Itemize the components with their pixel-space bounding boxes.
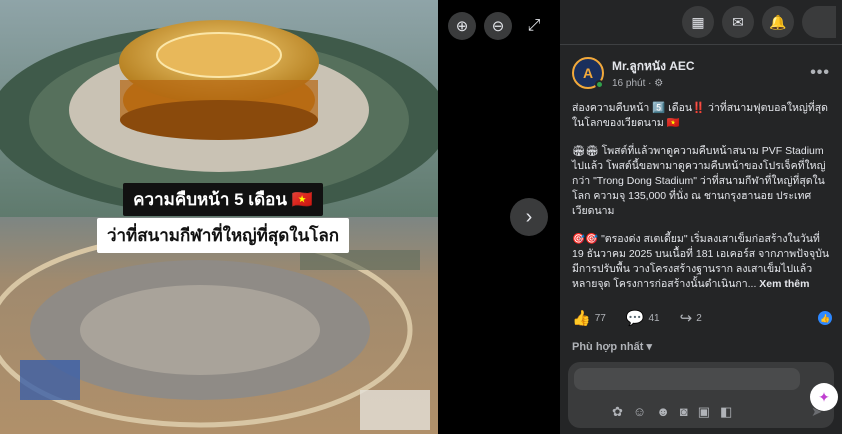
top-nav: ▦ ✉ 🔔 — [560, 0, 842, 44]
sticker-icon[interactable]: ✿ — [612, 404, 623, 420]
assistant-float-icon[interactable]: ✦ — [810, 383, 838, 411]
post-paragraph-1: ส่องความคืบหน้า 5️⃣ เดือน‼️ ว่าที่สนามฟุ… — [572, 102, 828, 129]
author-name[interactable]: Mr.ลูกหนัง AEC — [612, 57, 810, 76]
post-body: ส่องความคืบหน้า 5️⃣ เดือน‼️ ว่าที่สนามฟุ… — [560, 95, 842, 311]
post-paragraph-3: 🎯🎯 "ตรองด่ง สเตเดี้ยม" เริ่มลงเสาเข็มก่อ… — [572, 232, 830, 292]
comment-count: 41 — [648, 312, 660, 324]
author-avatar[interactable]: A — [572, 57, 604, 89]
globe-icon: ⚙ — [654, 78, 664, 89]
more-options-button[interactable]: ••• — [810, 64, 830, 82]
emoji-icon[interactable]: ☻ — [656, 404, 670, 420]
viewer-controls: ⊕ ⊖ ⤢ — [448, 12, 548, 40]
like-badge-icon: 👍 — [818, 311, 832, 325]
comment-composer[interactable]: ✿ ☺ ☻ ◙ ▣ ◧ ➤ — [568, 362, 834, 428]
post-sidebar: ▦ ✉ 🔔 A Mr.ลูกหนัง AEC 16 phút · ⚙ ••• ส… — [560, 0, 842, 434]
comment-input[interactable] — [574, 368, 800, 390]
post-header: A Mr.ลูกหนัง AEC 16 phút · ⚙ ••• — [560, 45, 842, 95]
see-more-link[interactable]: Xem thêm — [759, 278, 809, 290]
post-paragraph-2: 🏟🏟 โพสต์ที่แล้วพาดูความคืบหน้าสนาม PVF S… — [572, 145, 826, 217]
post-meta: 16 phút · ⚙ — [612, 78, 664, 89]
comment-tools: ✿ ☺ ☻ ◙ ▣ ◧ — [612, 404, 732, 420]
caption-line-2: ว่าที่สนามกีฬาที่ใหญ่ที่สุดในโลก — [96, 218, 350, 253]
gif-icon[interactable]: ▣ — [698, 404, 710, 420]
messenger-icon[interactable]: ✉ — [722, 6, 754, 38]
online-status-icon — [595, 80, 604, 89]
grid-menu-icon[interactable]: ▦ — [682, 6, 714, 38]
comment-button[interactable]: 💬 41 — [626, 309, 660, 327]
thumbs-up-icon: 👍 — [572, 310, 591, 327]
share-count: 2 — [696, 312, 702, 324]
caption-line-1: ความคืบหน้า 5 เดือน 🇻🇳 — [123, 183, 323, 216]
avatar-sticker-icon[interactable]: ☺ — [633, 404, 646, 420]
sort-label: Phù hợp nhất — [572, 341, 644, 353]
share-button[interactable]: ↪ 2 — [680, 309, 702, 327]
comment-sort-dropdown[interactable]: Phù hợp nhất ▾ — [572, 340, 652, 353]
photo-caption: ความคืบหน้า 5 เดือน 🇻🇳 ว่าที่สนามกีฬาที่… — [92, 183, 354, 253]
chevron-right-icon[interactable]: › — [510, 198, 548, 236]
camera-icon[interactable]: ◙ — [680, 404, 688, 420]
like-count: 77 — [594, 312, 606, 324]
photo-viewer: ความคืบหน้า 5 เดือน 🇻🇳 ว่าที่สนามกีฬาที่… — [0, 0, 560, 434]
reaction-bar: 👍 77 💬 41 ↪ 2 👍 — [572, 309, 832, 327]
zoom-in-icon[interactable]: ⊕ — [448, 12, 476, 40]
post-photo[interactable]: ความคืบหน้า 5 เดือน 🇻🇳 ว่าที่สนามกีฬาที่… — [0, 0, 438, 434]
comment-icon: 💬 — [625, 310, 645, 327]
post-time[interactable]: 16 phút — [612, 78, 645, 89]
zoom-out-icon[interactable]: ⊖ — [484, 12, 512, 40]
like-button[interactable]: 👍 77 — [572, 309, 606, 327]
bell-icon[interactable]: 🔔 — [762, 6, 794, 38]
sticker-pack-icon[interactable]: ◧ — [720, 404, 732, 420]
share-icon: ↪ — [679, 310, 693, 327]
expand-icon[interactable]: ⤢ — [520, 12, 548, 40]
profile-avatar[interactable] — [802, 6, 836, 38]
caret-down-icon: ▾ — [646, 341, 652, 353]
author-info: Mr.ลูกหนัง AEC 16 phút · ⚙ — [612, 57, 810, 89]
